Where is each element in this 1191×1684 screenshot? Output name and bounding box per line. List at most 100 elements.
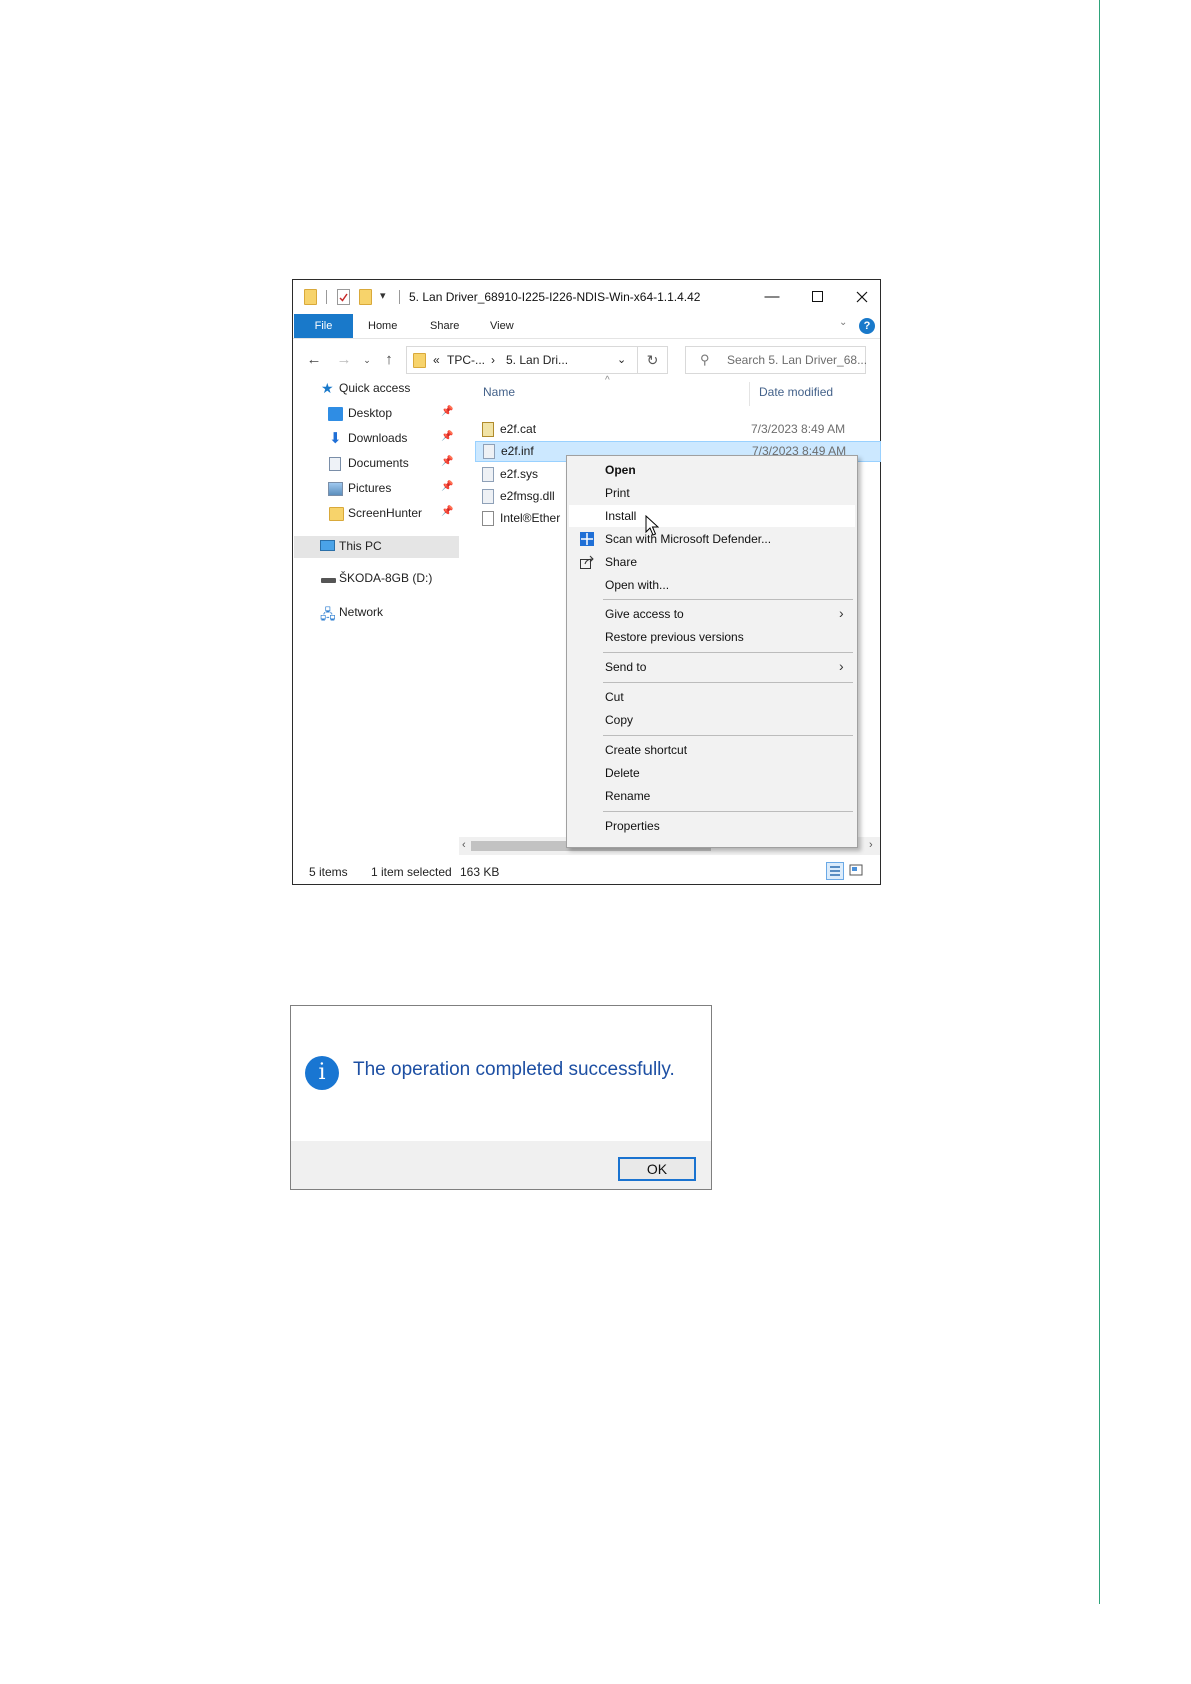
tab-file[interactable]: File	[294, 314, 353, 338]
sidebar-item-label: Downloads	[348, 431, 408, 445]
back-arrow-icon[interactable]: ←	[305, 350, 323, 370]
breadcrumb-segment[interactable]: TPC-...	[447, 353, 485, 367]
menu-item-delete[interactable]: Delete	[569, 762, 855, 784]
close-button[interactable]	[842, 284, 882, 310]
address-overflow[interactable]: «	[433, 353, 440, 367]
up-arrow-icon[interactable]: ↑	[380, 350, 398, 370]
file-name: e2fmsg.dll	[500, 489, 555, 503]
navigation-bar: ← → ⌄ ↑ « TPC-... › 5. Lan Dri... ⌄ ↻ ⚲ …	[293, 344, 880, 376]
refresh-icon[interactable]: ↻	[638, 346, 668, 374]
sidebar-item-label: ŠKODA-8GB (D:)	[339, 571, 433, 585]
menu-item-label: Restore previous versions	[605, 630, 744, 644]
sidebar-item-label: Pictures	[348, 481, 392, 495]
sidebar-item-screenhunter[interactable]: ScreenHunter 📌	[293, 503, 459, 525]
menu-item-scan-defender[interactable]: Scan with Microsoft Defender...	[569, 528, 855, 550]
sidebar-item-documents[interactable]: Documents 📌	[293, 453, 459, 475]
sort-ascending-icon: ^	[605, 375, 610, 386]
menu-item-label: Install	[605, 509, 637, 523]
file-name: Intel®Ether	[500, 511, 561, 525]
menu-item-label: Open	[605, 463, 636, 477]
breadcrumb-segment[interactable]: 5. Lan Dri...	[506, 353, 568, 367]
pin-icon: 📌	[441, 406, 454, 417]
folder-icon	[329, 507, 344, 521]
menu-item-install[interactable]: Install	[569, 505, 855, 527]
pin-icon: 📌	[441, 481, 454, 492]
sidebar-item-drive[interactable]: ŠKODA-8GB (D:)	[293, 568, 459, 590]
search-input[interactable]: ⚲ Search 5. Lan Driver_68...	[685, 346, 867, 374]
computer-icon	[320, 540, 335, 551]
sidebar-item-this-pc[interactable]: This PC	[294, 536, 459, 558]
pin-icon: 📌	[441, 431, 454, 442]
properties-checkmark-icon[interactable]	[337, 289, 350, 305]
desktop-icon	[328, 407, 343, 421]
menu-item-share[interactable]: Share	[569, 551, 855, 573]
file-row[interactable]: e2f.cat 7/3/2023 8:49 AM	[475, 419, 881, 440]
tab-view[interactable]: View	[490, 314, 514, 338]
menu-item-label: Give access to	[605, 607, 684, 621]
tab-home[interactable]: Home	[368, 314, 397, 338]
menu-item-cut[interactable]: Cut	[569, 686, 855, 708]
maximize-button[interactable]	[797, 284, 837, 310]
menu-item-properties[interactable]: Properties	[569, 815, 855, 837]
column-divider[interactable]	[749, 382, 750, 406]
tab-share[interactable]: Share	[430, 314, 459, 338]
info-icon: i	[305, 1056, 339, 1090]
expand-ribbon-chevron-icon[interactable]: ⌄	[839, 317, 847, 328]
sidebar-item-label: This PC	[339, 539, 382, 553]
file-name: e2f.cat	[500, 422, 537, 436]
sidebar-item-label: Quick access	[339, 381, 411, 395]
scroll-left-icon[interactable]: ‹	[462, 839, 466, 851]
message-dialog: i The operation completed successfully. …	[290, 1005, 712, 1190]
menu-item-create-shortcut[interactable]: Create shortcut	[569, 739, 855, 761]
menu-item-label: Copy	[605, 713, 634, 727]
menu-item-open-with[interactable]: Open with...	[569, 574, 855, 596]
ok-button[interactable]: OK	[618, 1157, 696, 1181]
usb-drive-icon	[321, 578, 336, 583]
scroll-right-icon[interactable]: ›	[869, 839, 873, 851]
address-bar[interactable]: « TPC-... › 5. Lan Dri... ⌄	[406, 346, 638, 374]
forward-arrow-icon[interactable]: →	[335, 350, 353, 370]
minimize-button[interactable]: —	[752, 284, 792, 310]
breadcrumb-separator: ›	[491, 353, 495, 367]
sidebar-item-desktop[interactable]: Desktop 📌	[293, 403, 459, 425]
details-view-icon[interactable]	[826, 862, 844, 880]
sidebar-item-network[interactable]: 🖧 Network	[293, 602, 459, 624]
file-name: e2f.inf	[501, 444, 534, 458]
network-icon: 🖧	[320, 606, 336, 622]
large-icons-view-icon[interactable]	[848, 862, 866, 880]
menu-item-label: Print	[605, 486, 630, 500]
menu-item-rename[interactable]: Rename	[569, 785, 855, 807]
help-icon[interactable]: ?	[859, 318, 875, 334]
context-menu: Open Print Install Scan with Microsoft D…	[566, 455, 858, 848]
menu-item-print[interactable]: Print	[569, 482, 855, 504]
customize-quick-access-icon[interactable]: ▾	[380, 289, 393, 305]
divider	[399, 290, 400, 304]
sidebar-item-pictures[interactable]: Pictures 📌	[293, 478, 459, 500]
title-bar: ▾ 5. Lan Driver_68910-I225-I226-NDIS-Win…	[293, 280, 880, 314]
download-arrow-icon: ⬇	[329, 430, 342, 447]
menu-item-copy[interactable]: Copy	[569, 709, 855, 731]
address-dropdown-chevron-icon[interactable]: ⌄	[617, 353, 626, 366]
menu-divider	[603, 735, 853, 736]
menu-item-give-access[interactable]: Give access to ›	[569, 603, 855, 625]
sidebar-item-downloads[interactable]: ⬇ Downloads 📌	[293, 428, 459, 450]
menu-item-label: Rename	[605, 789, 651, 803]
submenu-arrow-icon: ›	[839, 658, 844, 674]
status-bar: 5 items 1 item selected 163 KB	[293, 858, 880, 884]
sidebar-item-quick-access[interactable]: ★ Quick access	[293, 378, 459, 400]
recent-locations-chevron-icon[interactable]: ⌄	[358, 350, 376, 370]
new-folder-icon[interactable]	[359, 289, 372, 305]
sidebar-item-label: ScreenHunter	[348, 506, 423, 520]
menu-item-label: Cut	[605, 690, 624, 704]
menu-item-send-to[interactable]: Send to ›	[569, 656, 855, 678]
column-header-name[interactable]: Name	[483, 385, 515, 399]
menu-item-open[interactable]: Open	[569, 459, 855, 481]
star-icon: ★	[321, 380, 334, 396]
menu-item-restore-versions[interactable]: Restore previous versions	[569, 626, 855, 648]
windows-defender-icon	[579, 531, 595, 547]
folder-icon	[304, 289, 317, 305]
selection-count: 1 item selected	[371, 865, 452, 879]
menu-item-label: Create shortcut	[605, 743, 688, 757]
column-header-date-modified[interactable]: Date modified	[759, 385, 833, 399]
menu-item-label: Open with...	[605, 578, 670, 592]
